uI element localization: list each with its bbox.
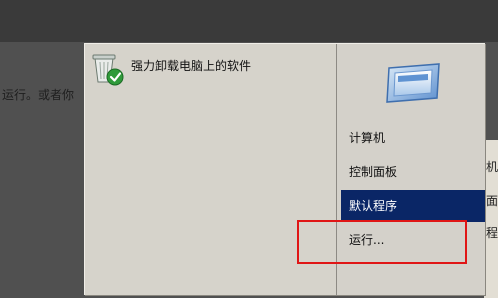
background-edge-text: 程 xyxy=(486,226,498,240)
program-item-uninstaller[interactable]: 强力卸载电脑上的软件 xyxy=(91,50,329,90)
background-edge-text: 机 xyxy=(486,160,498,174)
menu-item-control-panel[interactable]: 控制面板 xyxy=(341,156,485,188)
background-hint-text: 运行。或者你 xyxy=(2,88,75,102)
red-highlight-box xyxy=(297,220,467,264)
menu-item-computer[interactable]: 计算机 xyxy=(341,122,485,154)
background-window-edge: 机 面 程 xyxy=(484,140,498,298)
window-icon xyxy=(381,60,445,106)
background-edge-text: 面 xyxy=(486,194,498,208)
menu-item-default-programs[interactable]: 默认程序 xyxy=(341,190,485,222)
program-item-label: 强力卸载电脑上的软件 xyxy=(131,58,252,73)
uninstaller-icon xyxy=(91,52,125,88)
